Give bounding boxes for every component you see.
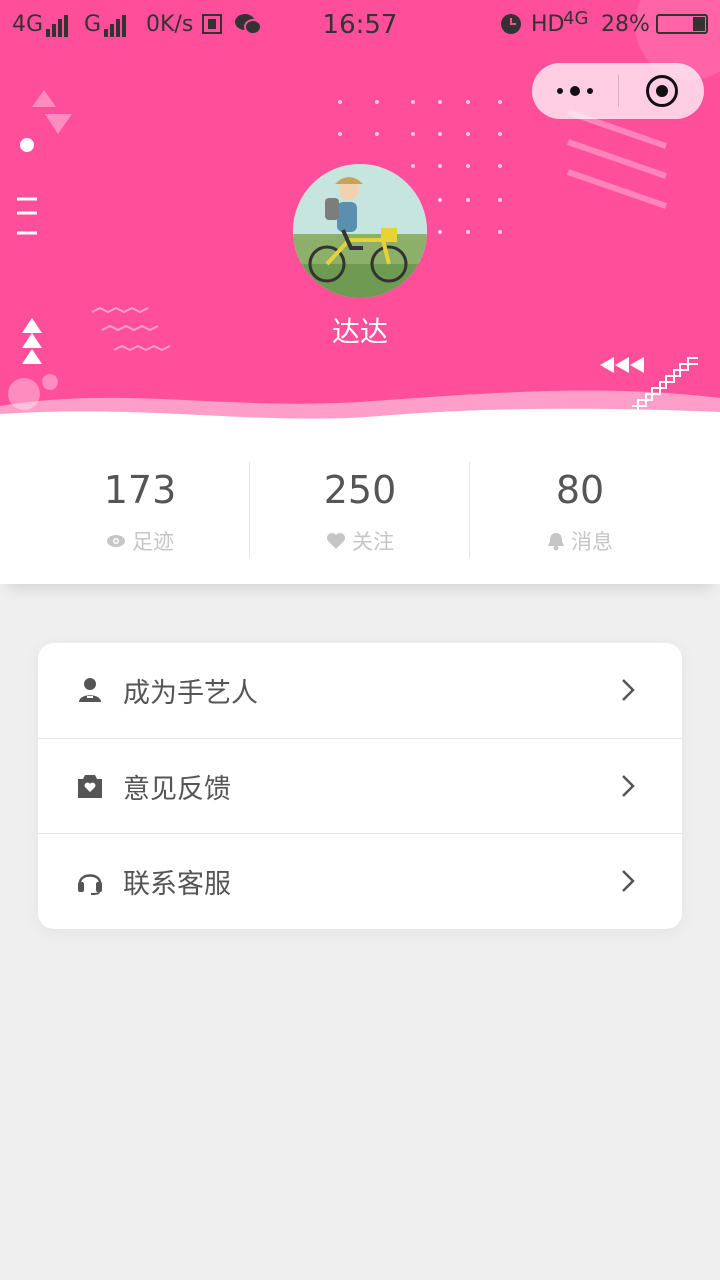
miniprogram-capsule	[532, 63, 704, 119]
stat-label-row: 足迹	[30, 526, 250, 556]
stats-panel: 173 足迹 250 关注 80 消息	[0, 432, 720, 584]
menu-item-label: 意见反馈	[123, 774, 231, 805]
chevron-right-icon	[622, 679, 635, 701]
alarm-icon	[500, 13, 522, 41]
more-icon[interactable]	[532, 63, 618, 119]
heart-icon	[327, 533, 345, 549]
stat-value: 250	[323, 468, 397, 512]
profile-header: 4G G 0K/s 16:57 HD 4G 28% 达达	[0, 0, 720, 432]
chevron-right-icon	[622, 870, 635, 892]
bell-icon	[548, 533, 564, 551]
menu-card: 成为手艺人 意见反馈 联系客服	[38, 643, 682, 929]
menu-item-become-craftsman[interactable]: 成为手艺人	[38, 643, 682, 738]
feedback-icon	[78, 775, 102, 798]
stat-footprint[interactable]: 173 足迹	[30, 432, 250, 584]
stat-following[interactable]: 250 关注	[250, 432, 470, 584]
hd-label: HD	[531, 12, 565, 37]
user-icon	[79, 678, 101, 702]
wave-decoration	[0, 390, 720, 432]
battery-percent: 28%	[601, 12, 650, 37]
stat-label: 关注	[352, 530, 394, 554]
menu-item-customer-service[interactable]: 联系客服	[38, 834, 682, 929]
stat-value: 173	[103, 468, 177, 512]
avatar-image	[293, 164, 427, 298]
status-bar: 4G G 0K/s 16:57 HD 4G 28%	[0, 0, 720, 52]
stat-label-row: 关注	[250, 526, 470, 556]
close-target-icon[interactable]	[646, 75, 678, 107]
chevron-right-icon	[622, 775, 635, 797]
avatar[interactable]	[293, 164, 427, 298]
eye-icon	[107, 535, 125, 547]
battery-icon	[656, 14, 708, 34]
network-4g-label: 4G	[563, 8, 589, 29]
stat-label-row: 消息	[470, 526, 690, 556]
capsule-divider	[618, 75, 619, 107]
headset-icon	[78, 874, 102, 895]
stat-value: 80	[555, 468, 605, 512]
nickname: 达达	[331, 315, 388, 348]
stat-label: 消息	[571, 530, 613, 554]
menu-item-label: 成为手艺人	[123, 678, 258, 709]
menu-item-label: 联系客服	[123, 869, 231, 900]
stat-label: 足迹	[132, 530, 174, 554]
menu-item-feedback[interactable]: 意见反馈	[38, 739, 682, 834]
stat-messages[interactable]: 80 消息	[470, 432, 690, 584]
